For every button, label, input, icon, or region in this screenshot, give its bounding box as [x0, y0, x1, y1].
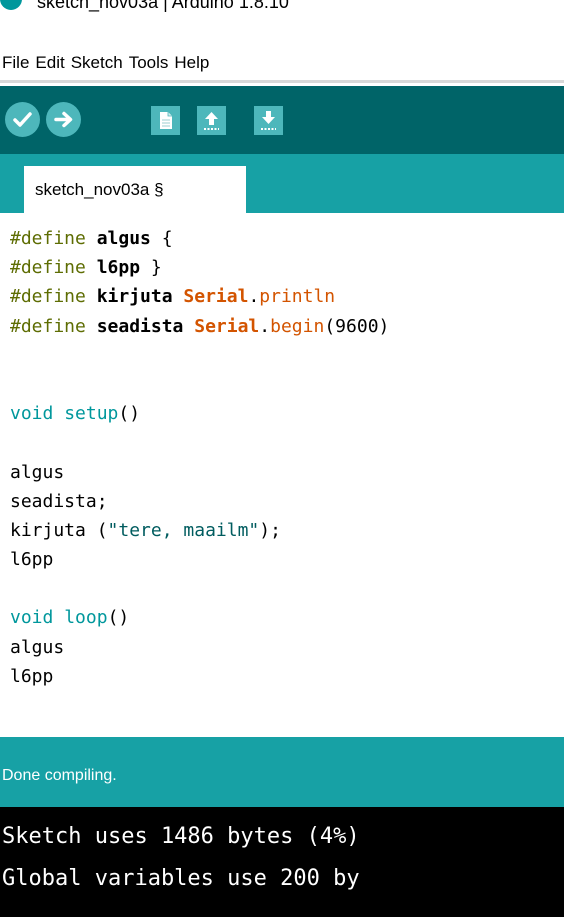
code-line: #define algus { [10, 228, 173, 249]
save-button[interactable] [254, 106, 283, 135]
code-line: #define kirjuta Serial.println [10, 286, 336, 308]
code-line: algus [10, 461, 65, 483]
window-title: sketch_nov03a | Arduino 1.8.10 [37, 0, 289, 12]
arrow-down-icon [261, 111, 276, 130]
code-line: #define l6pp } [10, 257, 162, 279]
menu-sketch[interactable]: Sketch [69, 48, 127, 78]
toolbar [0, 86, 564, 154]
code-line: void setup() [10, 403, 141, 425]
console-output: Sketch uses 1486 bytes (4%) Global varia… [0, 807, 564, 917]
tab-bar: sketch_nov03a § [0, 154, 564, 213]
checkmark-icon [13, 112, 32, 127]
upload-button[interactable] [46, 102, 81, 137]
menu-help[interactable]: Help [172, 48, 213, 78]
arrow-up-icon [204, 112, 219, 130]
console-line: Global variables use 200 by [2, 866, 360, 891]
menu-tools[interactable]: Tools [127, 48, 173, 78]
code-lines: #define algus { #define l6pp } #define kir… [10, 224, 389, 691]
code-line: l6pp [10, 549, 54, 571]
title-bar: sketch_nov03a | Arduino 1.8.10 [0, 0, 564, 30]
arrow-right-icon [54, 111, 73, 128]
status-message: Done compiling. [2, 767, 117, 784]
status-bar: Done compiling. [0, 737, 564, 807]
code-line: seadista; [10, 490, 108, 512]
console-line: Sketch uses 1486 bytes (4%) [2, 824, 360, 849]
open-button[interactable] [197, 106, 226, 135]
document-icon [160, 112, 172, 129]
tab-sketch[interactable]: sketch_nov03a § [24, 166, 246, 213]
code-line: kirjuta ("tere, maailm"); [10, 519, 281, 541]
code-editor[interactable]: #define algus { #define l6pp } #define kir… [0, 213, 564, 737]
code-line: void loop() [10, 607, 130, 629]
verify-button[interactable] [5, 102, 40, 137]
code-line: algus [10, 636, 65, 658]
code-line: #define seadista Serial.begin(9600) [10, 315, 390, 337]
code-line: l6pp [10, 665, 54, 687]
arduino-logo-icon [0, 0, 22, 10]
menu-file[interactable]: File [0, 48, 33, 78]
new-button[interactable] [151, 106, 180, 135]
tab-label: sketch_nov03a § [35, 180, 164, 199]
menu-divider [0, 80, 564, 83]
menu-bar: File Edit Sketch Tools Help [0, 48, 213, 78]
menu-edit[interactable]: Edit [33, 48, 68, 78]
